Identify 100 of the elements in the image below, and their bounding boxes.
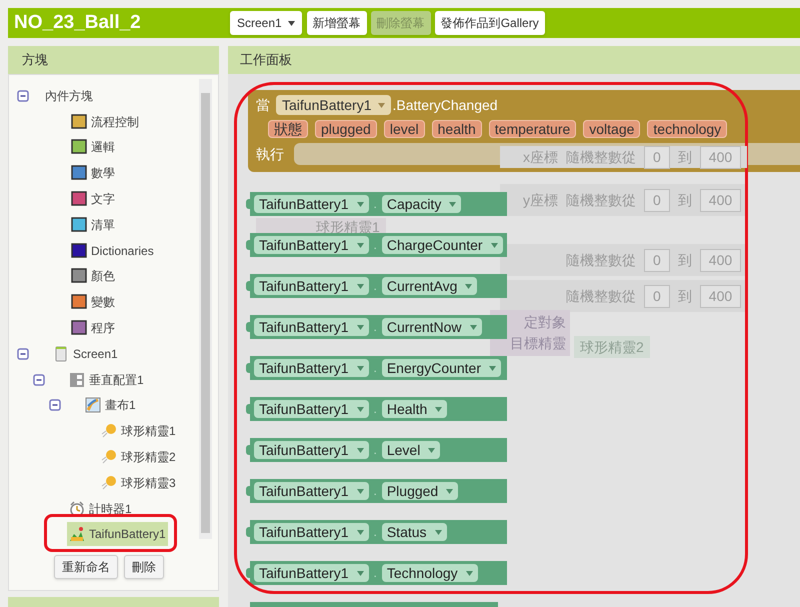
- tree-item[interactable]: TaifunBattery1: [67, 522, 168, 546]
- tree-item[interactable]: 球形精靈1: [99, 419, 178, 444]
- tree-item[interactable]: Screen1: [51, 342, 120, 366]
- tree-item[interactable]: 內件方塊: [43, 84, 95, 108]
- property-dropdown[interactable]: Status: [382, 523, 447, 541]
- property-dropdown[interactable]: Technology: [382, 564, 478, 582]
- screen-dropdown[interactable]: Screen1: [230, 11, 302, 35]
- parameter-chip[interactable]: plugged: [315, 120, 377, 138]
- parameter-chip[interactable]: health: [432, 120, 482, 138]
- tree-item[interactable]: 邏輯: [69, 135, 117, 160]
- caret-icon: [466, 570, 473, 576]
- caret-icon: [356, 406, 364, 412]
- component-dropdown[interactable]: TaifunBattery1: [254, 564, 368, 582]
- ball-icon: [101, 423, 117, 440]
- property-dropdown[interactable]: Capacity: [382, 195, 462, 213]
- panel-button[interactable]: 刪除: [124, 555, 164, 579]
- phone-screen-icon: [53, 346, 69, 362]
- event-keyword: 執行: [256, 144, 284, 164]
- tree-item[interactable]: 變數: [69, 290, 117, 314]
- plug-tab: [246, 445, 251, 455]
- plug-tab: [246, 199, 251, 209]
- ghost-text: 0: [644, 248, 670, 272]
- tree-item[interactable]: 球形精靈2: [99, 445, 178, 470]
- caret-icon: [446, 488, 454, 494]
- ghost-text: 0: [644, 284, 670, 308]
- property-dropdown[interactable]: CurrentNow: [382, 318, 482, 336]
- ghost-text: 400: [700, 146, 742, 168]
- component-dropdown[interactable]: TaifunBattery1: [254, 277, 368, 295]
- property-dropdown[interactable]: CurrentAvg: [382, 277, 478, 295]
- puzzle-landscape-icon: [69, 526, 85, 542]
- tree-item[interactable]: 計時器1: [67, 496, 134, 521]
- collapse-icon[interactable]: [33, 374, 45, 386]
- scrollbar[interactable]: [199, 79, 212, 539]
- parameter-chip[interactable]: level: [384, 120, 425, 138]
- component-dropdown[interactable]: TaifunBattery1: [254, 400, 368, 418]
- collapse-icon[interactable]: [17, 90, 29, 102]
- dot-separator: .: [374, 565, 377, 582]
- ghost-text: 目標精靈: [510, 334, 566, 353]
- dot-separator: .: [374, 319, 377, 336]
- alarm-clock-icon: [69, 500, 85, 517]
- caret-icon: [435, 406, 442, 412]
- component-dropdown[interactable]: TaifunBattery1: [254, 195, 368, 213]
- ghost-text: 隨機整數從: [565, 190, 637, 210]
- ghost-text: 隨機整數從: [565, 286, 637, 306]
- dot-separator: .: [374, 483, 377, 500]
- tree-item[interactable]: 清單: [69, 212, 117, 237]
- plug-tab: [246, 322, 251, 332]
- component-dropdown[interactable]: TaifunBattery1: [254, 236, 368, 254]
- caret-icon: [356, 448, 364, 452]
- component-dropdown[interactable]: TaifunBattery1: [254, 441, 368, 459]
- caret-icon: [356, 202, 364, 206]
- tree-item[interactable]: 數學: [69, 161, 117, 186]
- parameter-chip[interactable]: temperature: [488, 120, 576, 138]
- parameter-chip[interactable]: 狀態: [268, 120, 308, 138]
- property-dropdown[interactable]: Plugged: [382, 482, 458, 500]
- caret-icon: [356, 324, 364, 330]
- dot-separator: .: [374, 360, 377, 377]
- property-dropdown[interactable]: EnergyCounter: [382, 359, 502, 377]
- plug-tab: [246, 240, 251, 250]
- dot-separator: .: [374, 442, 377, 459]
- plug-tab: [246, 281, 251, 291]
- caret-icon: [470, 324, 477, 330]
- tree-item[interactable]: 顏色: [69, 264, 117, 288]
- tree-item[interactable]: 球形精靈3: [99, 470, 178, 495]
- property-dropdown[interactable]: ChargeCounter: [382, 236, 503, 254]
- tree-item[interactable]: 程序: [69, 316, 117, 340]
- property-dropdown[interactable]: Health: [382, 400, 448, 418]
- component-dropdown[interactable]: TaifunBattery1: [254, 482, 368, 500]
- ghost-label: x座標: [522, 148, 558, 166]
- layout-icon: [69, 372, 85, 388]
- parameter-chip[interactable]: technology: [647, 120, 728, 138]
- event-name: .BatteryChanged: [392, 96, 498, 115]
- ghost-text: 球形精靈2: [580, 338, 644, 356]
- dot-separator: .: [374, 196, 377, 213]
- component-dropdown[interactable]: TaifunBattery1: [254, 359, 368, 377]
- ball-icon: [101, 449, 117, 466]
- tree-item[interactable]: 文字: [69, 187, 117, 212]
- caret-icon: [288, 20, 295, 26]
- caret-icon: [356, 570, 364, 576]
- caret-icon: [378, 102, 384, 108]
- component-dropdown[interactable]: TaifunBattery1: [254, 318, 368, 336]
- panel-button[interactable]: 重新命名: [54, 555, 118, 579]
- component-dropdown[interactable]: TaifunBattery1: [254, 523, 368, 541]
- toolbar-button[interactable]: 新增螢幕: [306, 11, 367, 35]
- tree-item[interactable]: 畫布1: [83, 393, 138, 418]
- plug-tab: [246, 568, 251, 578]
- tree-item[interactable]: 垂直配置1: [67, 368, 146, 392]
- component-dropdown[interactable]: TaifunBattery1: [276, 95, 390, 115]
- property-dropdown[interactable]: Level: [382, 441, 440, 459]
- collapse-icon[interactable]: [17, 348, 29, 360]
- toolbar-button[interactable]: 發佈作品到Gallery: [434, 11, 545, 35]
- tree-item[interactable]: 流程控制: [69, 110, 141, 134]
- parameter-chip[interactable]: voltage: [583, 120, 640, 138]
- ghost-text: 400: [700, 284, 742, 308]
- panel-header: 方塊: [8, 46, 219, 74]
- collapse-icon[interactable]: [49, 399, 61, 412]
- ghost-text: 到: [676, 148, 693, 166]
- tree-item[interactable]: Dictionaries: [69, 238, 156, 263]
- dot-separator: .: [374, 401, 377, 418]
- caret-icon: [356, 488, 364, 494]
